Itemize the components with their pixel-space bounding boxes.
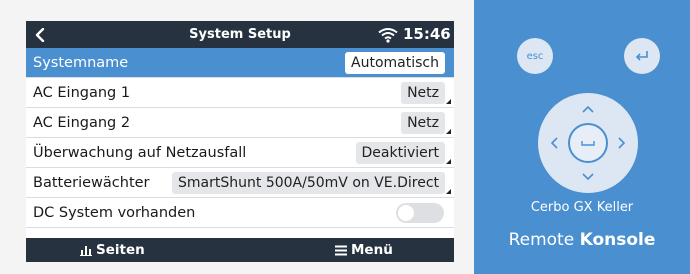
setting-value[interactable]: Netz (401, 112, 445, 134)
pages-label: Seiten (96, 242, 145, 258)
wifi-icon (378, 28, 398, 43)
device-name: Cerbo GX Keller (530, 200, 634, 215)
menu-label: Menü (351, 242, 393, 258)
hamburger-menu-icon (335, 245, 347, 255)
bar-chart-icon (80, 245, 92, 256)
setting-row-systemname[interactable]: Systemname Automatisch (26, 48, 454, 78)
esc-label: esc (526, 50, 544, 62)
enter-button[interactable] (624, 38, 660, 74)
brand-bold: Konsole (579, 230, 656, 250)
setting-row-battery-monitor[interactable]: Batteriewächter SmartShunt 500A/50mV on … (26, 168, 454, 198)
dpad-right-button[interactable] (610, 131, 634, 155)
setting-row-grid-monitoring[interactable]: Überwachung auf Netzausfall Deaktiviert (26, 138, 454, 168)
dpad-left-button[interactable] (542, 131, 566, 155)
esc-button[interactable]: esc (517, 38, 553, 74)
space-bar-icon (581, 141, 595, 146)
setting-label: Batteriewächter (33, 175, 150, 191)
setting-row-ac-input-1[interactable]: AC Eingang 1 Netz (26, 78, 454, 108)
setting-label: AC Eingang 1 (33, 85, 131, 101)
dropdown-corner-icon (446, 129, 451, 134)
brand-light: Remote (508, 230, 575, 250)
setting-label: AC Eingang 2 (33, 115, 131, 131)
back-chevron-icon (35, 27, 45, 42)
chevron-left-icon (550, 137, 558, 149)
direction-pad (538, 93, 638, 193)
title-bar: System Setup 15:46 (26, 21, 454, 48)
setting-row-ac-input-2[interactable]: AC Eingang 2 Netz (26, 108, 454, 138)
chevron-up-icon (582, 105, 594, 113)
brand-label: Remote Konsole (474, 230, 690, 250)
dropdown-corner-icon (446, 159, 451, 164)
settings-list: Systemname Automatisch AC Eingang 1 Netz… (26, 48, 454, 228)
enter-return-icon (635, 51, 648, 61)
setting-label: Systemname (33, 55, 129, 71)
dpad-center-button[interactable] (568, 123, 608, 163)
chevron-down-icon (582, 173, 594, 181)
clock: 15:46 (403, 25, 451, 43)
dropdown-corner-icon (446, 189, 451, 194)
dc-system-toggle[interactable] (396, 203, 444, 223)
toggle-knob (398, 205, 414, 221)
back-button[interactable] (30, 24, 50, 45)
dropdown-corner-icon (446, 99, 451, 104)
setting-value[interactable]: SmartShunt 500A/50mV on VE.Direct (172, 172, 445, 194)
chevron-right-icon (618, 137, 626, 149)
setting-label: DC System vorhanden (33, 205, 196, 221)
setting-value[interactable]: Deaktiviert (355, 142, 445, 164)
remote-control-panel: esc Cerbo GX Keller Remote Konsole (474, 0, 690, 274)
setting-value[interactable]: Automatisch (345, 52, 445, 74)
dpad-down-button[interactable] (576, 165, 600, 189)
bottom-bar: Seiten Menü (26, 238, 454, 262)
setting-row-dc-system[interactable]: DC System vorhanden (26, 198, 454, 228)
device-screen: System Setup 15:46 Systemname Automatisc… (26, 21, 454, 262)
setting-value[interactable]: Netz (401, 82, 445, 104)
setting-label: Überwachung auf Netzausfall (33, 145, 247, 161)
menu-button[interactable]: Menü (335, 238, 393, 262)
dpad-up-button[interactable] (576, 97, 600, 121)
pages-button[interactable]: Seiten (80, 238, 145, 262)
